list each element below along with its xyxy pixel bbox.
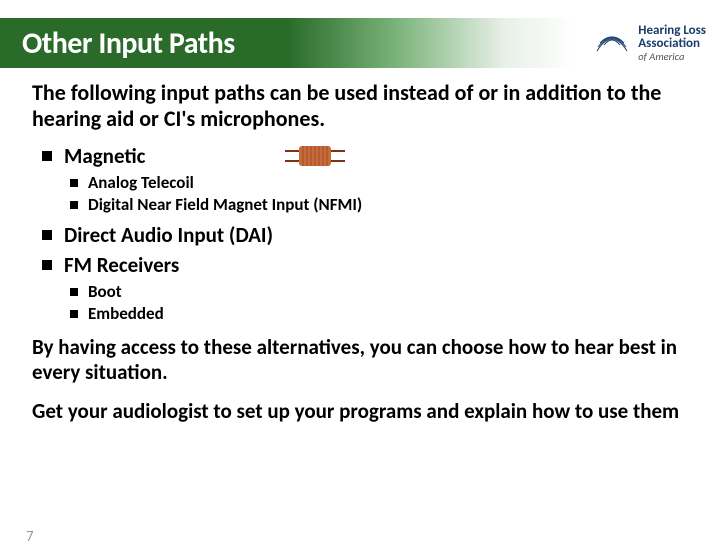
sub-embedded: Embedded (88, 303, 688, 325)
bullet-dai: Direct Audio Input (DAI) (64, 222, 688, 249)
slide-body: The following input paths can be used in… (0, 68, 720, 425)
org-logo: Hearing Loss Association of America (592, 23, 706, 63)
bullet-fm-label: FM Receivers (64, 252, 179, 278)
sub-boot: Boot (88, 281, 688, 303)
sub-nfmi: Digital Near Field Magnet Input (NFMI) (88, 194, 688, 216)
title-bar: Other Input Paths Hearing Loss Associati… (0, 18, 720, 68)
magnetic-sublist: Analog Telecoil Digital Near Field Magne… (64, 172, 688, 216)
logo-text: Hearing Loss Association of America (638, 24, 706, 62)
bullet-magnetic-label: Magnetic (64, 143, 145, 170)
logo-line3: of America (638, 51, 706, 62)
bullet-fm: FM Receivers Boot Embedded (64, 252, 688, 325)
bullet-list: Magnetic Analog Telecoil Digital Near Fi… (32, 143, 688, 325)
intro-paragraph: The following input paths can be used in… (32, 80, 688, 133)
fm-sublist: Boot Embedded (64, 281, 688, 325)
telecoil-icon (285, 143, 345, 169)
slide-title: Other Input Paths (22, 25, 235, 62)
closing-paragraph-1: By having access to these alternatives, … (32, 335, 688, 385)
closing-paragraph-2: Get your audiologist to set up your prog… (32, 399, 688, 424)
logo-burst-icon (592, 23, 632, 63)
logo-line1: Hearing Loss (638, 24, 706, 38)
logo-line2: Association (638, 37, 706, 51)
sub-analog-telecoil: Analog Telecoil (88, 172, 688, 194)
bullet-magnetic: Magnetic Analog Telecoil Digital Near Fi… (64, 143, 688, 216)
page-number: 7 (26, 528, 34, 546)
